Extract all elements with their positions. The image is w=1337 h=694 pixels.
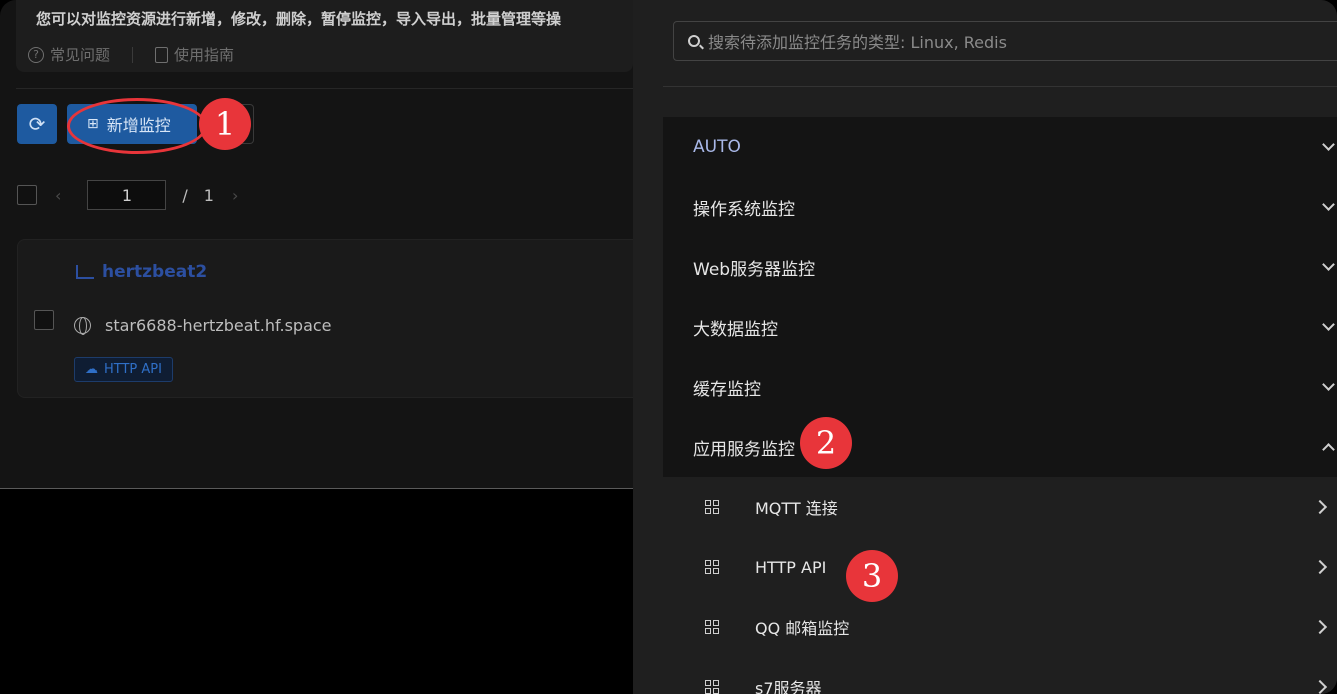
category-label: Web服务器监控 — [693, 259, 816, 280]
annotation-badge-2: 2 — [800, 417, 852, 469]
add-grid-icon: ⊞ — [87, 116, 99, 132]
monitor-host: star6688-hertzbeat.hf.space — [74, 316, 332, 335]
category-cache[interactable]: 缓存监控 — [663, 357, 1337, 417]
monitor-type-drawer: 搜索待添加监控任务的类型: Linux, Redis AUTO 操作系统监控 W… — [633, 0, 1337, 694]
chevron-right-icon — [1312, 559, 1328, 575]
app-service-submenu: MQTT 连接 HTTP API QQ 邮箱监控 s7服务器 — [663, 477, 1337, 694]
refresh-icon: ⟳ — [28, 112, 46, 136]
page-separator: / — [182, 185, 188, 205]
help-links: ? 常见问题 使用指南 — [28, 44, 234, 65]
submenu-item-label: s7服务器 — [755, 679, 822, 694]
monitor-type-tag: ☁ HTTP API — [74, 357, 173, 382]
question-icon: ? — [28, 46, 44, 63]
cloud-icon: ☁ — [85, 362, 98, 377]
prev-page-icon[interactable]: ‹ — [55, 186, 61, 205]
next-page-icon[interactable]: › — [232, 186, 238, 205]
divider — [132, 46, 134, 63]
select-all-checkbox[interactable] — [17, 185, 37, 205]
app-grid-icon — [705, 500, 719, 514]
monitor-host-text: star6688-hertzbeat.hf.space — [105, 316, 332, 335]
pagination: ‹ 1 / 1 › — [17, 180, 238, 210]
monitor-name: hertzbeat2 — [102, 262, 208, 282]
add-monitor-label: 新增监控 — [106, 116, 171, 135]
area-chart-icon — [76, 265, 94, 279]
category-label: AUTO — [693, 137, 741, 157]
monitor-checkbox[interactable] — [34, 310, 54, 330]
category-label: 操作系统监控 — [693, 199, 795, 220]
chevron-down-icon — [1322, 318, 1335, 331]
total-pages: 1 — [203, 185, 214, 205]
document-icon — [155, 46, 169, 63]
category-label: 缓存监控 — [693, 379, 761, 400]
monitor-type-search[interactable]: 搜索待添加监控任务的类型: Linux, Redis — [673, 21, 1337, 61]
monitor-category-menu: AUTO 操作系统监控 Web服务器监控 大数据监控 缓存监控 应用服务监控 M… — [663, 117, 1337, 694]
search-placeholder: 搜索待添加监控任务的类型: Linux, Redis — [708, 33, 1007, 52]
chevron-down-icon — [1322, 258, 1335, 271]
category-webserver[interactable]: Web服务器监控 — [663, 237, 1337, 297]
submenu-item-label: QQ 邮箱监控 — [755, 619, 850, 638]
chevron-up-icon — [1322, 443, 1335, 456]
category-os[interactable]: 操作系统监控 — [663, 177, 1337, 237]
page-input[interactable]: 1 — [87, 180, 167, 210]
monitor-type-label: HTTP API — [104, 362, 162, 377]
category-auto[interactable]: AUTO — [663, 117, 1337, 177]
app-grid-icon — [705, 680, 719, 694]
chevron-right-icon — [1312, 619, 1328, 635]
submenu-item-mqtt[interactable]: MQTT 连接 — [663, 477, 1337, 537]
monitor-list-panel: 您可以对监控资源进行新增，修改，删除，暂停监控，导入导出，批量管理等操 ? 常见… — [0, 0, 633, 489]
category-app-service[interactable]: 应用服务监控 — [663, 417, 1337, 477]
divider — [663, 86, 1337, 87]
monitor-list-page: 您可以对监控资源进行新增，修改，删除，暂停监控，导入导出，批量管理等操 ? 常见… — [0, 0, 633, 694]
submenu-item-http-api[interactable]: HTTP API — [663, 537, 1337, 597]
refresh-button[interactable]: ⟳ — [17, 104, 57, 144]
chevron-right-icon — [1312, 499, 1328, 515]
search-icon — [688, 35, 700, 47]
guide-label: 使用指南 — [174, 46, 235, 64]
faq-link[interactable]: ? 常见问题 — [28, 44, 110, 65]
guide-link[interactable]: 使用指南 — [155, 44, 234, 65]
globe-icon — [74, 317, 91, 335]
annotation-badge-1: 1 — [199, 98, 251, 150]
faq-label: 常见问题 — [50, 46, 111, 64]
submenu-item-label: MQTT 连接 — [755, 499, 838, 518]
add-monitor-button[interactable]: ⊞ 新增监控 — [67, 104, 197, 144]
chevron-right-icon — [1312, 679, 1328, 694]
chevron-down-icon — [1322, 138, 1335, 151]
monitor-title[interactable]: hertzbeat2 — [76, 262, 207, 282]
app-grid-icon — [705, 620, 719, 634]
submenu-item-label: HTTP API — [755, 557, 827, 577]
annotation-badge-3: 3 — [846, 550, 898, 602]
category-label: 大数据监控 — [693, 319, 778, 340]
category-bigdata[interactable]: 大数据监控 — [663, 297, 1337, 357]
submenu-item-s7[interactable]: s7服务器 — [663, 657, 1337, 694]
submenu-item-qq-mail[interactable]: QQ 邮箱监控 — [663, 597, 1337, 657]
chevron-down-icon — [1322, 378, 1335, 391]
category-label: 应用服务监控 — [693, 439, 795, 460]
chevron-down-icon — [1322, 198, 1335, 211]
divider — [16, 88, 633, 89]
app-grid-icon — [705, 560, 719, 574]
monitor-card: hertzbeat2 star6688-hertzbeat.hf.space ☁… — [17, 239, 633, 398]
intro-box: 您可以对监控资源进行新增，修改，删除，暂停监控，导入导出，批量管理等操 ? 常见… — [16, 0, 633, 72]
intro-text: 您可以对监控资源进行新增，修改，删除，暂停监控，导入导出，批量管理等操 — [36, 10, 562, 28]
